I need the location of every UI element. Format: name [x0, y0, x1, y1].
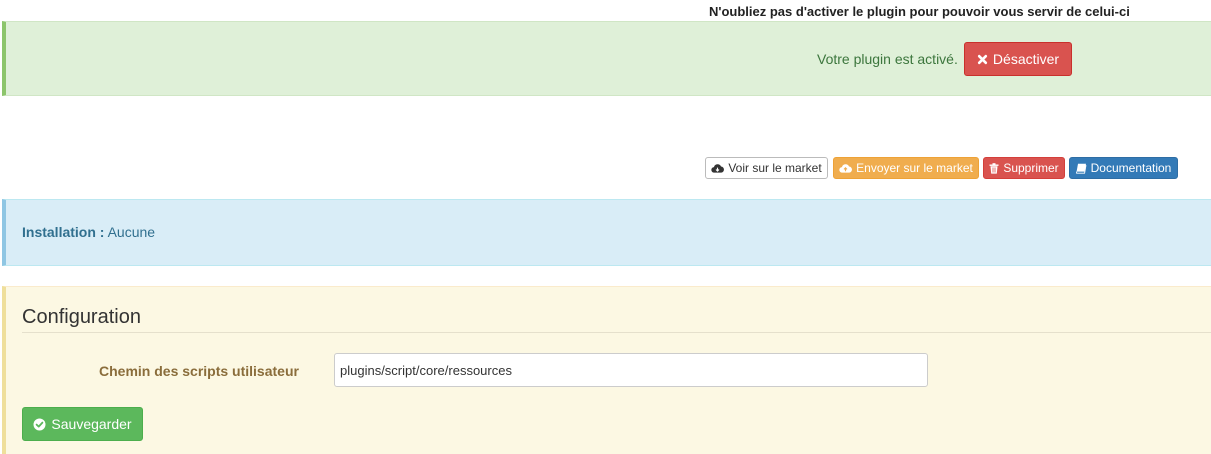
- plugin-status-text: Votre plugin est activé.: [817, 51, 958, 67]
- book-icon: [1075, 163, 1087, 174]
- send-to-market-button[interactable]: Envoyer sur le market: [833, 157, 979, 179]
- trash-icon: [989, 162, 999, 174]
- plugin-status-alert: Votre plugin est activé. Désactiver: [2, 21, 1211, 96]
- deactivate-button[interactable]: Désactiver: [964, 42, 1072, 76]
- delete-button[interactable]: Supprimer: [983, 157, 1065, 179]
- configuration-divider: [22, 332, 1211, 333]
- save-button[interactable]: Sauvegarder: [22, 407, 143, 441]
- cloud-upload-icon: [839, 163, 853, 174]
- deactivate-button-label: Désactiver: [992, 51, 1060, 67]
- installation-line: Installation : Aucune: [22, 224, 155, 240]
- cloud-download-icon: [711, 163, 725, 174]
- scripts-path-input[interactable]: [334, 353, 928, 387]
- documentation-button-label: Documentation: [1090, 161, 1172, 175]
- plugin-page: N'oubliez pas d'activer le plugin pour p…: [0, 0, 1211, 454]
- save-button-label: Sauvegarder: [51, 416, 132, 432]
- scripts-path-label: Chemin des scripts utilisateur: [99, 363, 299, 379]
- documentation-button[interactable]: Documentation: [1069, 157, 1178, 179]
- view-on-market-button[interactable]: Voir sur le market: [705, 157, 828, 179]
- installation-label: Installation :: [22, 224, 105, 240]
- activation-notice: N'oubliez pas d'activer le plugin pour p…: [709, 4, 1130, 19]
- configuration-panel: Configuration Chemin des scripts utilisa…: [2, 286, 1211, 454]
- view-on-market-label: Voir sur le market: [728, 161, 822, 175]
- delete-button-label: Supprimer: [1003, 161, 1059, 175]
- times-icon: [977, 54, 988, 65]
- configuration-title: Configuration: [22, 306, 141, 328]
- installation-value: Aucune: [107, 224, 156, 240]
- installation-alert: Installation : Aucune: [2, 199, 1211, 266]
- check-circle-icon: [33, 418, 46, 431]
- send-to-market-label: Envoyer sur le market: [856, 161, 973, 175]
